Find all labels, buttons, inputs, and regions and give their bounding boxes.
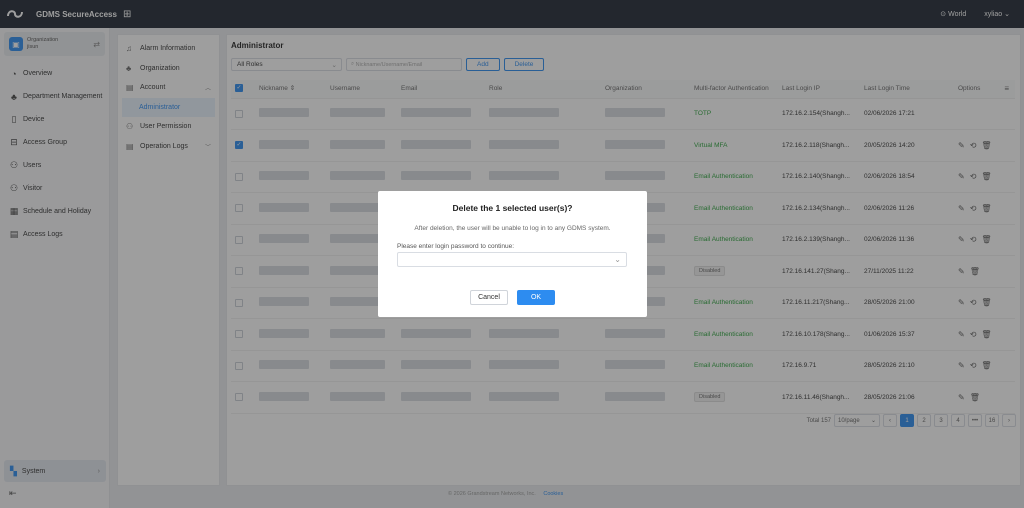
password-input[interactable]: ⌄	[397, 252, 627, 267]
ok-button[interactable]: OK	[517, 290, 555, 305]
password-label: Please enter login password to continue:	[397, 243, 515, 250]
dialog-title: Delete the 1 selected user(s)?	[452, 203, 573, 213]
dialog-description: After deletion, the user will be unable …	[414, 225, 611, 232]
chevron-down-icon: ⌄	[614, 255, 621, 264]
delete-confirm-dialog: Delete the 1 selected user(s)? After del…	[378, 191, 647, 317]
cancel-button[interactable]: Cancel	[470, 290, 508, 305]
